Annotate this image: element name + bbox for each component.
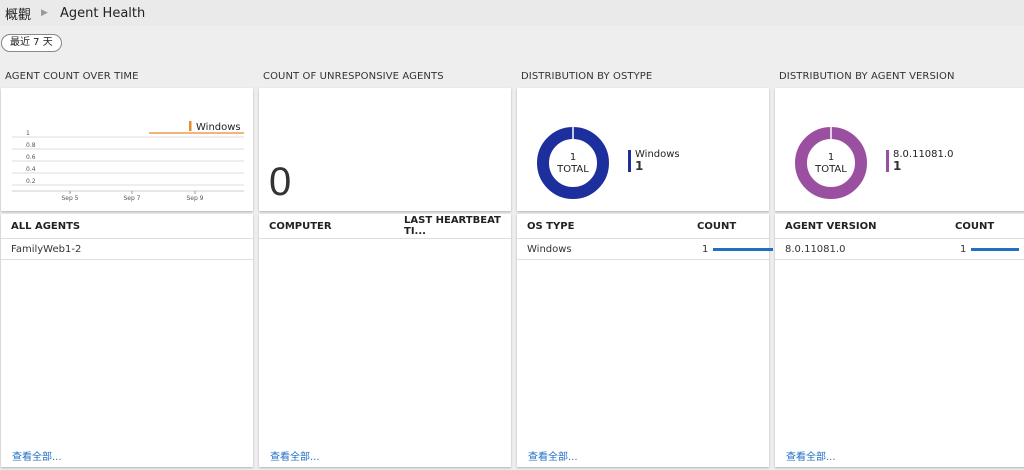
x-tick-label: Sep 9	[186, 195, 203, 202]
column-header-os-type[interactable]: OS TYPE	[527, 221, 574, 232]
breadcrumb-current: Agent Health	[59, 5, 146, 21]
count-cell: 1	[960, 243, 1020, 255]
ostype-list: OS TYPE COUNT Windows 1 查看全部...	[517, 214, 774, 467]
view-all-link[interactable]: 查看全部...	[12, 448, 62, 463]
column-header-computer[interactable]: COMPUTER	[269, 221, 332, 232]
column-header-heartbeat[interactable]: LAST HEARTBEAT TI...	[404, 215, 511, 237]
ostype-legend-value: 1	[635, 159, 644, 173]
version-donut-tile[interactable]: 1 TOTAL 8.0.11081.0 1	[775, 88, 1024, 211]
count-value: 1	[702, 243, 709, 255]
y-tick-label: 0.2	[26, 178, 36, 185]
section-title-unresponsive: COUNT OF UNRESPONSIVE AGENTS	[263, 71, 444, 82]
column-header-count[interactable]: COUNT	[697, 221, 736, 232]
ostype-legend: Windows 1	[628, 150, 680, 172]
version-total-value: 1	[827, 152, 835, 163]
view-all-link[interactable]: 查看全部...	[528, 448, 578, 463]
breadcrumb-root[interactable]: 概觀	[5, 4, 31, 23]
all-agents-header[interactable]: ALL AGENTS	[1, 214, 253, 239]
version-legend: 8.0.11081.0 1	[886, 150, 953, 172]
table-row[interactable]: Windows 1	[517, 239, 774, 260]
column-header-agent-version[interactable]: AGENT VERSION	[785, 221, 877, 232]
view-all-link[interactable]: 查看全部...	[270, 448, 320, 463]
chevron-right-icon: ▶	[41, 8, 48, 18]
list-item[interactable]: FamilyWeb1-2	[1, 239, 253, 260]
agent-count-chart: 1 0.8 0.6 0.4 0.2 Sep 5 Sep 7 Sep 9 Windows	[12, 121, 244, 202]
view-all-link[interactable]: 查看全部...	[786, 448, 836, 463]
x-tick-label: Sep 7	[123, 195, 140, 202]
count-value: 1	[960, 243, 967, 255]
legend-swatch-windows	[189, 121, 192, 131]
all-agents-list: ALL AGENTS FamilyWeb1-2 查看全部...	[1, 214, 253, 467]
column-header-count[interactable]: COUNT	[955, 221, 994, 232]
ostype-total-value: 1	[569, 152, 577, 163]
ostype-donut-tile[interactable]: 1 TOTAL Windows 1	[517, 88, 769, 211]
table-row[interactable]: 8.0.11081.0 1	[775, 239, 1024, 260]
y-tick-label: 1	[26, 130, 30, 137]
count-cell: 1	[702, 243, 774, 255]
x-tick-label: Sep 5	[61, 195, 78, 202]
count-bar	[971, 247, 1020, 251]
breadcrumb: 概觀 ▶ Agent Health	[0, 0, 1024, 26]
agent-version-name: 8.0.11081.0	[785, 243, 846, 255]
y-tick-label: 0.6	[26, 154, 36, 161]
version-legend-value: 1	[893, 159, 902, 173]
y-tick-label: 0.8	[26, 142, 36, 149]
time-range-button[interactable]: 最近 7 天	[1, 34, 62, 52]
os-type-name: Windows	[527, 243, 572, 255]
unresponsive-count: 0	[269, 160, 292, 204]
unresponsive-list: COMPUTER LAST HEARTBEAT TI... 查看全部...	[259, 214, 511, 467]
section-title-ostype: DISTRIBUTION BY OSTYPE	[521, 71, 653, 82]
section-title-agent-count: AGENT COUNT OVER TIME	[5, 71, 139, 82]
legend-label-windows: Windows	[196, 122, 241, 133]
version-list: AGENT VERSION COUNT 8.0.11081.0 1 查看全部..…	[775, 214, 1024, 467]
unresponsive-count-tile[interactable]: 0	[259, 88, 511, 211]
agent-count-chart-tile[interactable]: 1 0.8 0.6 0.4 0.2 Sep 5 Sep 7 Sep 9 Windows	[1, 88, 253, 211]
agent-name: FamilyWeb1-2	[11, 243, 82, 255]
y-tick-label: 0.4	[26, 166, 36, 173]
count-bar	[713, 247, 774, 251]
version-donut-center: 1 TOTAL	[811, 152, 851, 176]
version-legend-name: 8.0.11081.0	[893, 149, 954, 160]
legend-swatch	[886, 150, 889, 172]
ostype-total-label: TOTAL	[557, 164, 589, 175]
legend-swatch	[628, 150, 631, 172]
section-title-version: DISTRIBUTION BY AGENT VERSION	[779, 71, 955, 82]
version-total-label: TOTAL	[815, 164, 847, 175]
ostype-donut-center: 1 TOTAL	[553, 152, 593, 176]
